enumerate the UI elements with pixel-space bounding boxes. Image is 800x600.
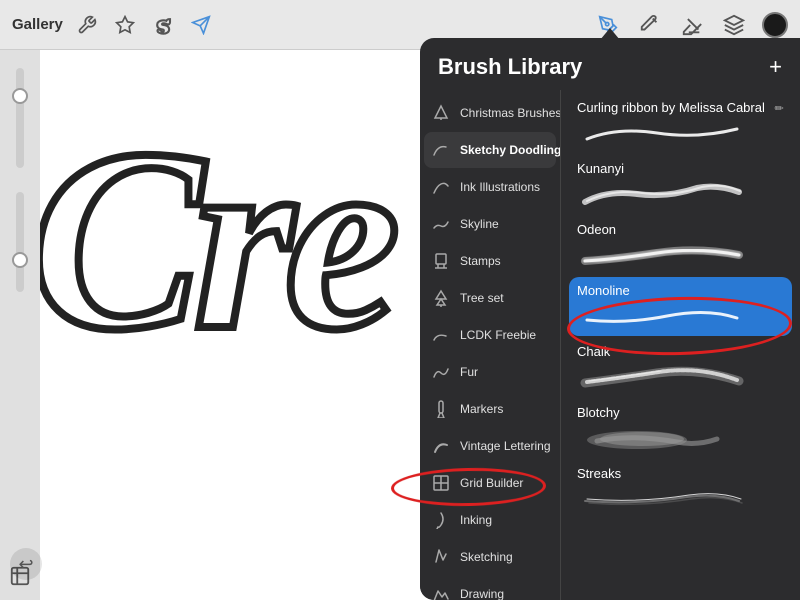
treeset-icon: [430, 287, 452, 309]
inking-icon: [430, 509, 452, 531]
brush-item-kunanyi[interactable]: Kunanyi: [569, 155, 792, 214]
brush-info-kunanyi: Kunanyi: [577, 161, 784, 208]
lcdk-label: LCDK Freebie: [460, 328, 536, 342]
brush-preview-curling: [577, 119, 784, 147]
wrench-icon[interactable]: [73, 11, 101, 39]
brush-tool-icon[interactable]: [636, 11, 664, 39]
brush-item-blotchy[interactable]: Blotchy: [569, 399, 792, 458]
brush-name-curling: Curling ribbon by Melissa Cabral ✏: [577, 100, 784, 115]
gallery-button[interactable]: Gallery: [12, 16, 63, 33]
ink-icon: [430, 176, 452, 198]
canvas-lettering: Cre: [30, 110, 390, 370]
sketchy-icon: [430, 139, 452, 161]
panel-pointer: [600, 28, 620, 40]
grid-icon: [430, 472, 452, 494]
brush-item-chalk[interactable]: Chalk: [569, 338, 792, 397]
sketchy-label: Sketchy Doodling: [460, 143, 560, 157]
christmas-icon: [430, 102, 452, 124]
sidebar-item-lcdk[interactable]: LCDK Freebie: [424, 317, 556, 353]
inking-label: Inking: [460, 513, 492, 527]
brush-preview-streaks: [577, 485, 784, 513]
sidebar-item-markers[interactable]: Markers: [424, 391, 556, 427]
brush-info-chalk: Chalk: [577, 344, 784, 391]
brush-preview-odeon: [577, 241, 784, 269]
sketching-icon: [430, 546, 452, 568]
brush-preview-monoline: [577, 302, 784, 330]
brush-item-odeon[interactable]: Odeon: [569, 216, 792, 275]
color-picker[interactable]: [762, 12, 788, 38]
skyline-icon: [430, 213, 452, 235]
brush-name-kunanyi: Kunanyi: [577, 161, 784, 176]
sidebar-item-inking[interactable]: Inking: [424, 502, 556, 538]
brush-preview-blotchy: [577, 424, 784, 452]
sidebar-item-fur[interactable]: Fur: [424, 354, 556, 390]
sidebar-item-sketching[interactable]: Sketching: [424, 539, 556, 575]
layers-icon[interactable]: [720, 11, 748, 39]
vintage-label: Vintage Lettering: [460, 439, 551, 453]
vintage-icon: [430, 435, 452, 457]
category-list: Christmas Brushes Sketchy Doodling Ink I…: [420, 90, 560, 600]
sidebar-item-grid[interactable]: Grid Builder: [424, 465, 556, 501]
brush-list: Curling ribbon by Melissa Cabral ✏ Kunan…: [561, 90, 800, 600]
sidebar-item-drawing[interactable]: Drawing: [424, 576, 556, 600]
toolbar-right: [594, 11, 788, 39]
treeset-label: Tree set: [460, 291, 504, 305]
sidebar-item-christmas[interactable]: Christmas Brushes: [424, 95, 556, 131]
send-icon[interactable]: [187, 11, 215, 39]
brush-name-monoline: Monoline: [577, 283, 784, 298]
sidebar-item-stamps[interactable]: Stamps: [424, 243, 556, 279]
brush-panel-header: Brush Library +: [420, 38, 800, 90]
eraser-icon[interactable]: [678, 11, 706, 39]
toolbar-left: Gallery: [12, 11, 594, 39]
brush-name-streaks: Streaks: [577, 466, 784, 481]
skyline-label: Skyline: [460, 217, 499, 231]
markers-label: Markers: [460, 402, 503, 416]
undo-button[interactable]: ↩: [10, 548, 42, 580]
lcdk-icon: [430, 324, 452, 346]
brush-info-monoline: Monoline: [577, 283, 784, 330]
s-icon[interactable]: [149, 11, 177, 39]
stamps-label: Stamps: [460, 254, 501, 268]
brush-size-slider[interactable]: [16, 68, 24, 168]
brush-panel-add-button[interactable]: +: [769, 56, 782, 78]
christmas-label: Christmas Brushes: [460, 106, 560, 120]
brush-panel-title: Brush Library: [438, 54, 582, 80]
brush-preview-chalk: [577, 363, 784, 391]
sidebar-item-skyline[interactable]: Skyline: [424, 206, 556, 242]
brush-preview-kunanyi: [577, 180, 784, 208]
sketching-label: Sketching: [460, 550, 513, 564]
markers-icon: [430, 398, 452, 420]
brush-item-curling[interactable]: Curling ribbon by Melissa Cabral ✏: [569, 94, 792, 153]
brush-item-streaks[interactable]: Streaks: [569, 460, 792, 519]
drawing-label: Drawing: [460, 587, 504, 600]
fur-label: Fur: [460, 365, 478, 379]
stamps-icon: [430, 250, 452, 272]
brush-info-curling: Curling ribbon by Melissa Cabral ✏: [577, 100, 784, 147]
ink-label: Ink Illustrations: [460, 180, 540, 194]
brush-item-monoline[interactable]: Monoline: [569, 277, 792, 336]
fur-icon: [430, 361, 452, 383]
drawing-icon: [430, 583, 452, 600]
left-sidebar: [0, 50, 40, 600]
sidebar-item-treeset[interactable]: Tree set: [424, 280, 556, 316]
brush-info-streaks: Streaks: [577, 466, 784, 513]
brush-panel-body: Christmas Brushes Sketchy Doodling Ink I…: [420, 90, 800, 600]
brush-info-odeon: Odeon: [577, 222, 784, 269]
grid-label: Grid Builder: [460, 476, 523, 490]
brush-name-blotchy: Blotchy: [577, 405, 784, 420]
brush-info-blotchy: Blotchy: [577, 405, 784, 452]
sidebar-item-ink[interactable]: Ink Illustrations: [424, 169, 556, 205]
sidebar-item-vintage[interactable]: Vintage Lettering: [424, 428, 556, 464]
brush-panel: Brush Library + Christmas Brushes Sketch…: [420, 38, 800, 600]
magic-icon[interactable]: [111, 11, 139, 39]
undo-redo-area: ↩: [10, 548, 42, 580]
brush-name-chalk: Chalk: [577, 344, 784, 359]
brush-name-odeon: Odeon: [577, 222, 784, 237]
sidebar-item-sketchy[interactable]: Sketchy Doodling: [424, 132, 556, 168]
opacity-slider[interactable]: [16, 192, 24, 292]
